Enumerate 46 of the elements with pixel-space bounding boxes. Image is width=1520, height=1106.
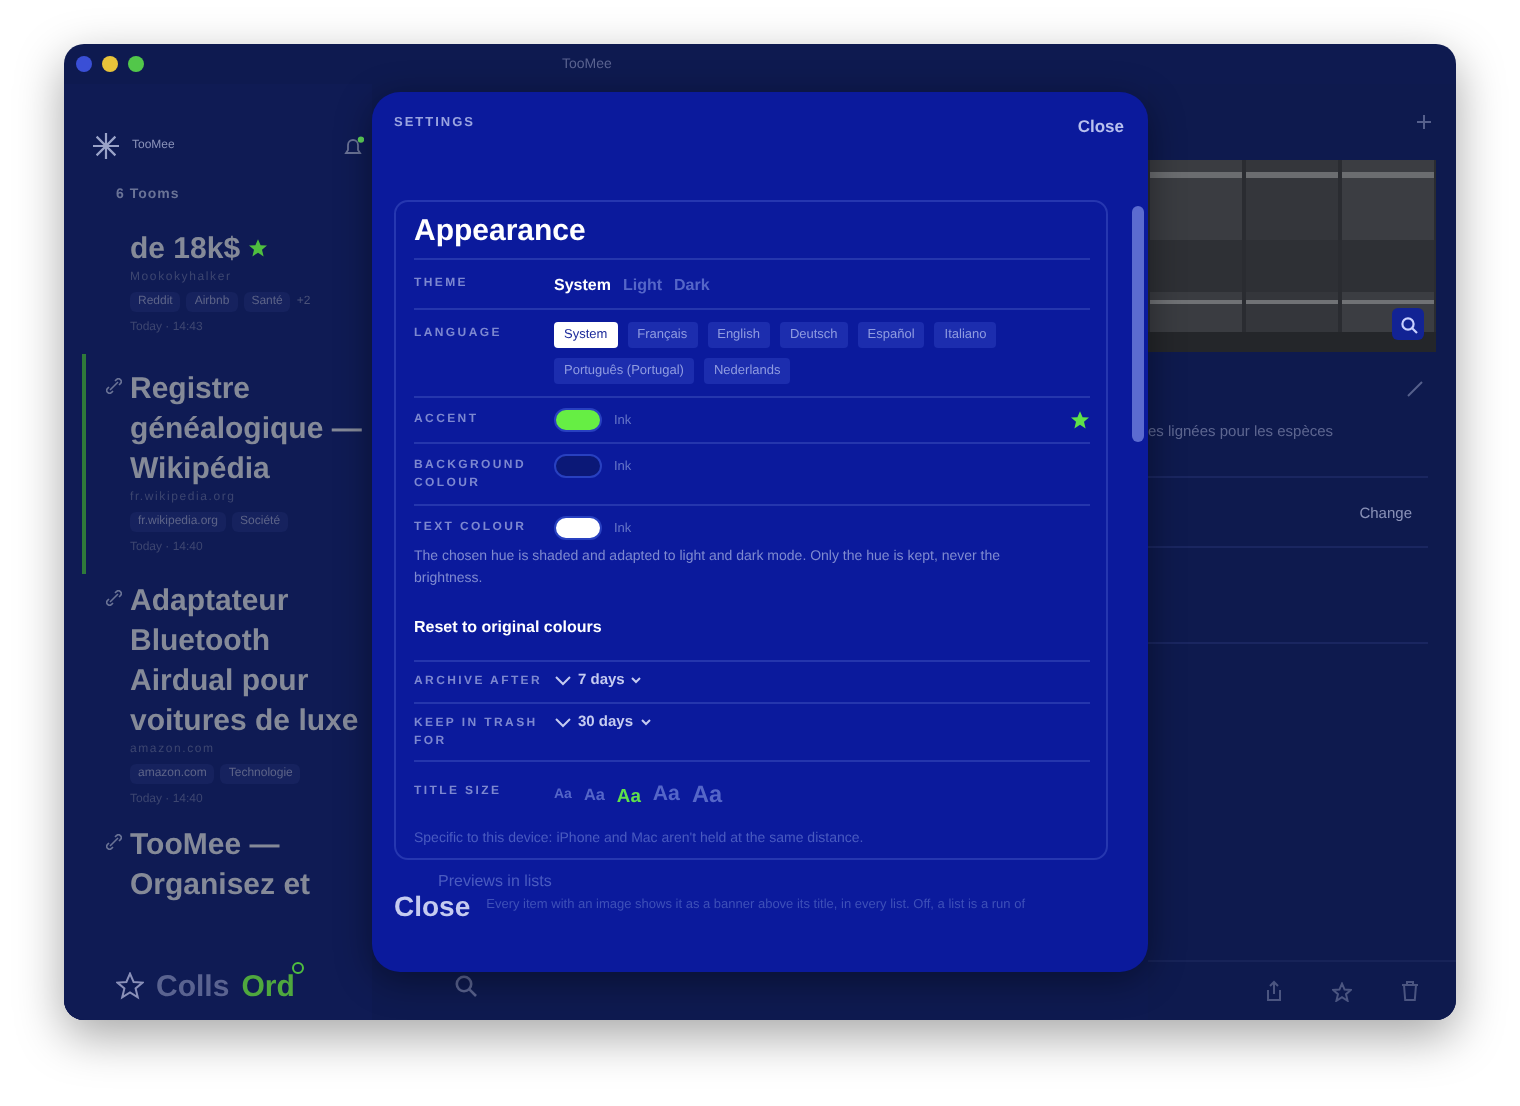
link-icon (106, 834, 122, 850)
size-option[interactable]: Aa (583, 785, 605, 803)
theme-option[interactable]: Light (622, 275, 663, 293)
window-zoom-button[interactable] (128, 56, 144, 72)
share-icon[interactable] (1264, 980, 1284, 1002)
search-icon[interactable] (454, 974, 478, 998)
window-close-button[interactable] (76, 56, 92, 72)
pen-icon[interactable] (1406, 380, 1424, 398)
close-button[interactable]: Close (394, 890, 471, 922)
theme-option[interactable]: Dark (674, 275, 710, 293)
section-title: Appearance (414, 214, 1090, 260)
bell-icon[interactable] (342, 136, 364, 156)
asterisk-logo-icon (92, 132, 120, 160)
item-title: TooMee — Organisez et (130, 826, 313, 906)
window-minimize-button[interactable] (102, 56, 118, 72)
colour-swatch[interactable] (554, 408, 602, 432)
setting-label: Previews in lists (436, 870, 554, 890)
chevron-down-icon (554, 673, 572, 685)
star-icon[interactable] (1332, 981, 1352, 1001)
caret-icon (639, 717, 652, 725)
theme-option[interactable]: System (554, 275, 611, 293)
link-icon (106, 378, 122, 394)
close-button[interactable]: Close (1077, 116, 1124, 136)
tab[interactable]: Colls (156, 969, 230, 1003)
item-title: Adaptateur Bluetooth Airdual pour voitures de luxe (130, 582, 361, 742)
size-option[interactable]: Aa (652, 782, 680, 806)
tab[interactable]: Ord (241, 969, 295, 1003)
item-title: Registre généalogique — Wikipédia (130, 370, 364, 490)
magnifier-icon (1399, 315, 1417, 333)
badge-dot (292, 962, 305, 974)
list-item[interactable]: TooMee — Organisez et (82, 826, 372, 926)
zoom-button[interactable] (1392, 308, 1424, 340)
size-option[interactable]: Aa (691, 780, 723, 808)
plus-icon[interactable] (1416, 114, 1432, 130)
caret-icon (630, 675, 643, 683)
chevron-down-icon (554, 715, 572, 727)
colour-swatch[interactable] (554, 454, 602, 478)
scrollbar-thumb[interactable] (1132, 206, 1144, 442)
colour-swatch[interactable] (554, 516, 602, 540)
star-icon (248, 238, 269, 258)
reset-button[interactable]: Reset to original colours (414, 618, 602, 636)
star-icon[interactable] (116, 972, 144, 1000)
trash-icon[interactable] (1400, 980, 1420, 1002)
size-option[interactable]: Aa (616, 783, 641, 805)
link-icon (106, 590, 122, 606)
item-title: de 18k$ (130, 230, 269, 270)
